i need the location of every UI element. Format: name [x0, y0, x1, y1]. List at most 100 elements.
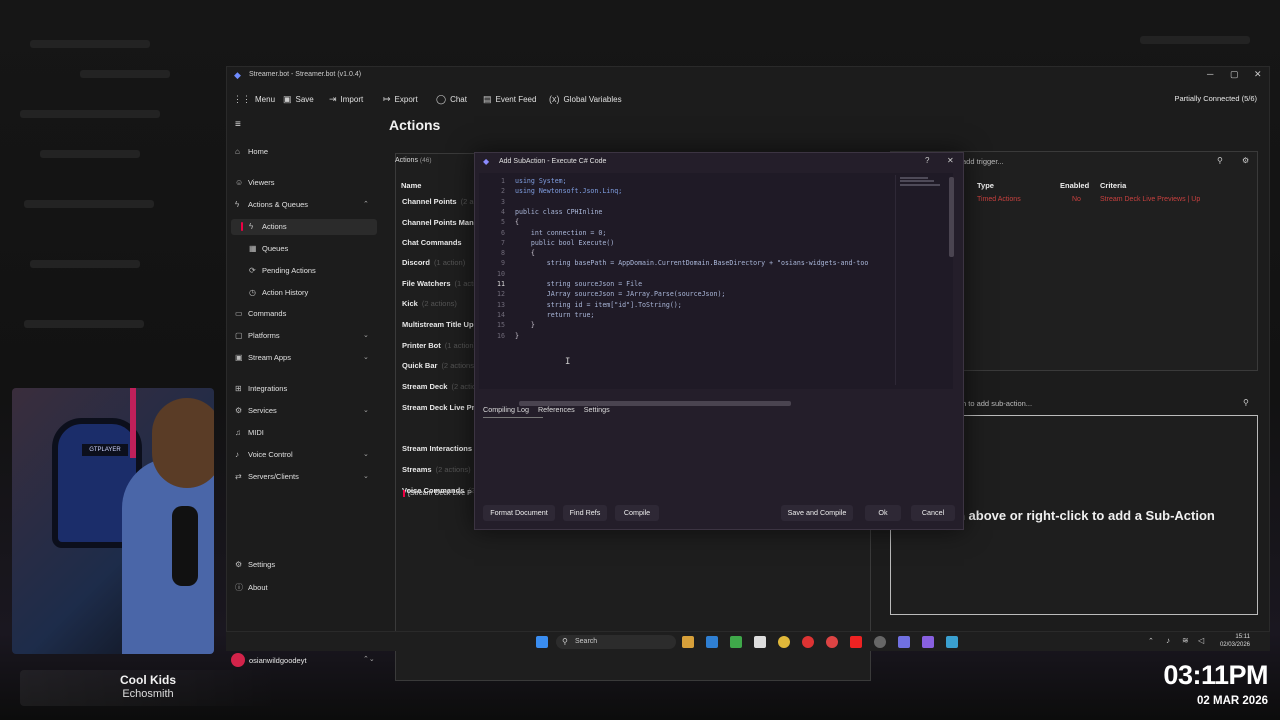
export-button[interactable]: ↦ Export — [383, 94, 418, 105]
action-group-count: (2 actions) — [441, 361, 477, 370]
speaker-icon[interactable]: ◁ — [1198, 636, 1204, 645]
action-group[interactable]: Multistream Title Up — [402, 320, 478, 329]
action-group-label: Stream Interactions — [402, 444, 473, 453]
sidebar-item-home[interactable]: ⌂ Home — [235, 147, 268, 156]
chat-button[interactable]: ◯ Chat — [436, 94, 467, 105]
vertical-scrollbar[interactable] — [949, 177, 954, 257]
sidebar-item-action-history[interactable]: ◷ Action History — [249, 288, 308, 297]
help-button[interactable]: ? — [925, 156, 929, 165]
chevron-down-icon[interactable]: ⌄ — [363, 353, 369, 361]
streamerbot-icon[interactable] — [898, 636, 910, 648]
user-account[interactable]: osianwildgoodeyt ⌃⌄ — [227, 651, 377, 671]
action-group[interactable]: Channel Points Man — [402, 218, 478, 227]
sidebar-item-commands[interactable]: ▭ Commands — [235, 309, 286, 318]
subaction-search-input[interactable]: h to add sub-action... — [962, 399, 1032, 408]
sidebar-item-pending-actions[interactable]: ⟳ Pending Actions — [249, 266, 316, 275]
ok-button[interactable]: Ok — [865, 505, 901, 521]
global-variables-button[interactable]: (x) Global Variables — [549, 94, 622, 104]
chevron-down-icon[interactable]: ⌄ — [363, 331, 369, 339]
close-button[interactable]: ✕ — [1254, 69, 1262, 80]
sidebar-item-voice-control[interactable]: ♪ Voice Control — [235, 450, 293, 459]
action-group[interactable]: Stream Deck Live Pr — [402, 403, 479, 412]
cancel-button[interactable]: Cancel — [911, 505, 955, 521]
sidebar-item-about[interactable]: ⓘ About — [235, 582, 268, 593]
save-and-compile-button[interactable]: Save and Compile — [781, 505, 853, 521]
tab-settings[interactable]: Settings — [584, 405, 610, 414]
obs-icon[interactable] — [826, 636, 838, 648]
action-item[interactable]: [Stream Deck Live P — [403, 490, 472, 497]
excel-icon[interactable] — [730, 636, 742, 648]
windows-start-icon[interactable] — [536, 636, 548, 648]
taskbar-time[interactable]: 15:11 — [1210, 634, 1250, 640]
trigger-row[interactable]: Timed Actions No Stream Deck Live Previe… — [967, 196, 1257, 206]
chevron-down-icon[interactable]: ⌄ — [363, 472, 369, 480]
sidebar-item-settings[interactable]: ⚙ Settings — [235, 560, 275, 569]
chevron-down-icon[interactable]: ⌄ — [363, 450, 369, 458]
column-criteria[interactable]: Criteria — [1100, 181, 1126, 190]
chevron-down-icon[interactable]: ⌄ — [363, 406, 369, 414]
code-editor[interactable]: 1 using System; 2 using Newtonsoft.Json.Lin… — [479, 173, 954, 406]
find-refs-button[interactable]: Find Refs — [563, 505, 607, 521]
action-group[interactable]: Discord (1 action) — [402, 258, 465, 267]
taskbar-date[interactable]: 02/03/2026 — [1210, 642, 1250, 648]
sidebar-item-actions[interactable]: ϟ Actions — [249, 222, 287, 231]
sidebar-item-integrations[interactable]: ⊞ Integrations — [235, 384, 287, 393]
sidebar-item-stream-apps[interactable]: ▣ Stream Apps — [235, 353, 291, 362]
media-icon[interactable] — [802, 636, 814, 648]
column-type[interactable]: Type — [977, 181, 994, 190]
sidebar-item-queues[interactable]: ▦ Queues — [249, 244, 288, 253]
code-line: using System; — [515, 177, 567, 185]
gear-icon: ⚙ — [235, 560, 243, 569]
vscode-icon[interactable] — [706, 636, 718, 648]
column-enabled[interactable]: Enabled — [1060, 181, 1089, 190]
minimize-button[interactable]: ─ — [1207, 69, 1213, 79]
chrome-icon[interactable] — [778, 636, 790, 648]
streamer-person — [122, 458, 214, 654]
trigger-search-input[interactable]: add trigger... — [962, 157, 1004, 166]
gear-icon[interactable]: ⚙ — [1242, 156, 1249, 165]
editor-minimap[interactable] — [895, 175, 943, 385]
chevron-up-icon[interactable]: ⌃ — [363, 200, 369, 208]
taskbar-search[interactable]: ⚲ Search — [556, 635, 676, 649]
sidebar-item-services[interactable]: ⚙ Services — [235, 406, 277, 415]
notion-icon[interactable] — [754, 636, 766, 648]
app-icon[interactable] — [946, 636, 958, 648]
compile-button[interactable]: Compile — [615, 505, 659, 521]
column-header-name[interactable]: Name — [401, 181, 421, 190]
event-feed-button[interactable]: ▤ Event Feed — [483, 94, 536, 105]
action-group[interactable]: Stream Interactions — [402, 444, 476, 453]
file-explorer-icon[interactable] — [682, 636, 694, 648]
maximize-button[interactable]: ▢ — [1230, 69, 1239, 80]
sidebar-item-actions-queues[interactable]: ϟ Actions & Queues — [235, 200, 308, 209]
action-group[interactable]: Streams (2 actions) — [402, 465, 471, 474]
sidebar-item-servers-clients[interactable]: ⇄ Servers/Clients — [235, 472, 299, 481]
import-button[interactable]: ⇥ Import — [329, 94, 363, 105]
youtube-icon[interactable] — [850, 636, 862, 648]
search-icon[interactable]: ⚲ — [1217, 156, 1223, 165]
microphone-icon[interactable]: ♪ — [1166, 636, 1170, 645]
action-group[interactable]: Quick Bar (2 actions) — [402, 361, 476, 370]
tab-references[interactable]: References — [538, 405, 575, 414]
execute-code-dialog: ◆ Add SubAction - Execute C# Code ? ✕ 1 u… — [474, 152, 964, 530]
expand-icon[interactable]: ⌃⌄ — [363, 655, 375, 663]
app-icon[interactable] — [922, 636, 934, 648]
close-icon[interactable]: ✕ — [947, 156, 954, 165]
action-group[interactable]: Kick (2 actions) — [402, 299, 457, 308]
format-document-button[interactable]: Format Document — [483, 505, 555, 521]
hamburger-icon[interactable]: ≡ — [235, 119, 241, 130]
line-number: 3 — [501, 197, 505, 206]
connection-status[interactable]: Partially Connected (5/6) — [1174, 94, 1257, 103]
sidebar-item-midi[interactable]: ♫ MIDI — [235, 428, 264, 437]
action-group[interactable]: Printer Bot (1 action) — [402, 341, 476, 350]
app-icon[interactable] — [874, 636, 886, 648]
action-group[interactable]: Chat Commands — [402, 238, 466, 247]
search-icon[interactable]: ⚲ — [1243, 398, 1249, 407]
save-button[interactable]: ▣ Save — [283, 94, 314, 105]
tab-compiling-log[interactable]: Compiling Log — [483, 405, 529, 414]
menu-button[interactable]: ⋮⋮ Menu — [233, 94, 275, 105]
wifi-icon[interactable]: ≋ — [1182, 636, 1189, 645]
tray-chevron-icon[interactable]: ⌃ — [1148, 637, 1154, 645]
line-number: 6 — [501, 228, 505, 237]
sidebar-item-viewers[interactable]: ☺ Viewers — [235, 178, 275, 187]
sidebar-item-platforms[interactable]: ▢ Platforms — [235, 331, 280, 340]
